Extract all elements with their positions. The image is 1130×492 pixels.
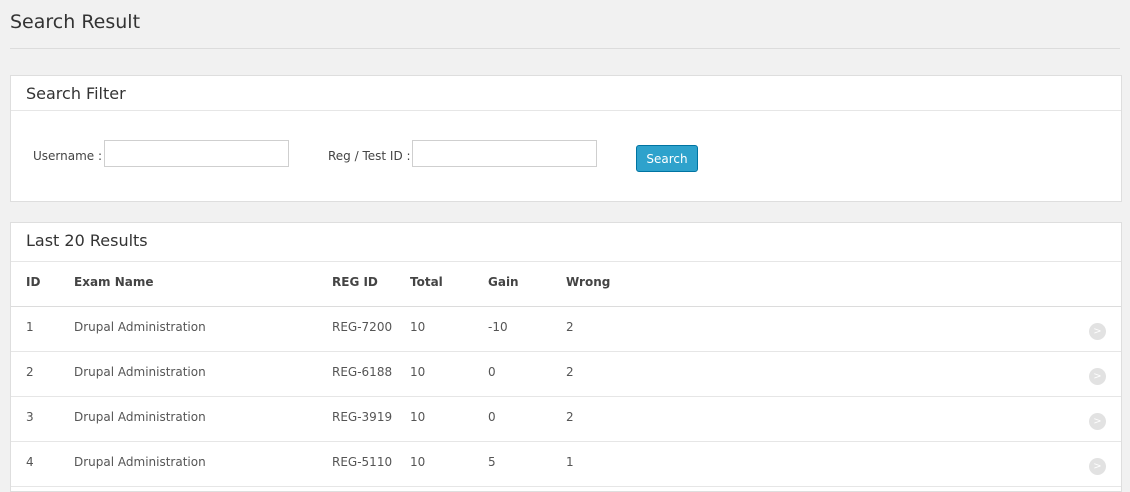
search-filter-title: Search Filter — [26, 84, 126, 103]
table-row[interactable]: 3 Drupal Administration REG-3919 10 0 2 … — [11, 397, 1121, 442]
cell-reg-id: REG-7200 — [332, 320, 393, 334]
circle-arrow-right-icon[interactable]: > — [1089, 413, 1106, 430]
cell-wrong: 2 — [566, 365, 574, 379]
username-input[interactable] — [104, 140, 289, 167]
cell-exam-name: Drupal Administration — [74, 455, 206, 469]
cell-exam-name: Drupal Administration — [74, 365, 206, 379]
cell-id: 4 — [26, 455, 34, 469]
cell-total: 10 — [410, 365, 426, 379]
column-header-wrong[interactable]: Wrong — [566, 275, 610, 289]
search-button[interactable]: Search — [636, 145, 698, 172]
results-panel: Last 20 Results ID Exam Name REG ID Tota… — [10, 222, 1122, 492]
results-title: Last 20 Results — [26, 231, 148, 250]
cell-total: 10 — [410, 455, 426, 469]
cell-reg-id: REG-3919 — [332, 410, 393, 424]
table-row[interactable]: 1 Drupal Administration REG-7200 10 -10 … — [11, 307, 1121, 352]
page-title: Search Result — [10, 11, 141, 33]
cell-gain: 0 — [488, 410, 496, 424]
search-filter-heading: Search Filter — [11, 76, 1121, 111]
search-filter-panel: Search Filter Username : Reg / Test ID :… — [10, 75, 1122, 202]
username-label: Username : — [33, 149, 103, 163]
column-header-gain[interactable]: Gain — [488, 275, 519, 289]
column-header-reg-id[interactable]: REG ID — [332, 275, 378, 289]
cell-reg-id: REG-6188 — [332, 365, 393, 379]
table-row[interactable]: 2 Drupal Administration REG-6188 10 0 2 … — [11, 352, 1121, 397]
cell-gain: -10 — [488, 320, 508, 334]
column-header-exam-name[interactable]: Exam Name — [74, 275, 154, 289]
cell-gain: 5 — [488, 455, 496, 469]
circle-arrow-right-icon[interactable]: > — [1089, 458, 1106, 475]
page-header: Search Result — [10, 0, 1120, 49]
cell-id: 1 — [26, 320, 34, 334]
cell-wrong: 2 — [566, 320, 574, 334]
reg-test-id-input[interactable] — [412, 140, 597, 167]
results-heading: Last 20 Results — [11, 223, 1121, 262]
cell-id: 3 — [26, 410, 34, 424]
cell-gain: 0 — [488, 365, 496, 379]
cell-wrong: 2 — [566, 410, 574, 424]
column-header-id[interactable]: ID — [26, 275, 40, 289]
circle-arrow-right-icon[interactable]: > — [1089, 368, 1106, 385]
cell-exam-name: Drupal Administration — [74, 320, 206, 334]
table-row[interactable]: 4 Drupal Administration REG-5110 10 5 1 … — [11, 442, 1121, 487]
cell-total: 10 — [410, 410, 426, 424]
cell-wrong: 1 — [566, 455, 574, 469]
reg-test-id-label: Reg / Test ID : — [328, 149, 411, 163]
cell-total: 10 — [410, 320, 426, 334]
cell-exam-name: Drupal Administration — [74, 410, 206, 424]
cell-reg-id: REG-5110 — [332, 455, 393, 469]
cell-id: 2 — [26, 365, 34, 379]
column-header-total[interactable]: Total — [410, 275, 443, 289]
circle-arrow-right-icon[interactable]: > — [1089, 323, 1106, 340]
